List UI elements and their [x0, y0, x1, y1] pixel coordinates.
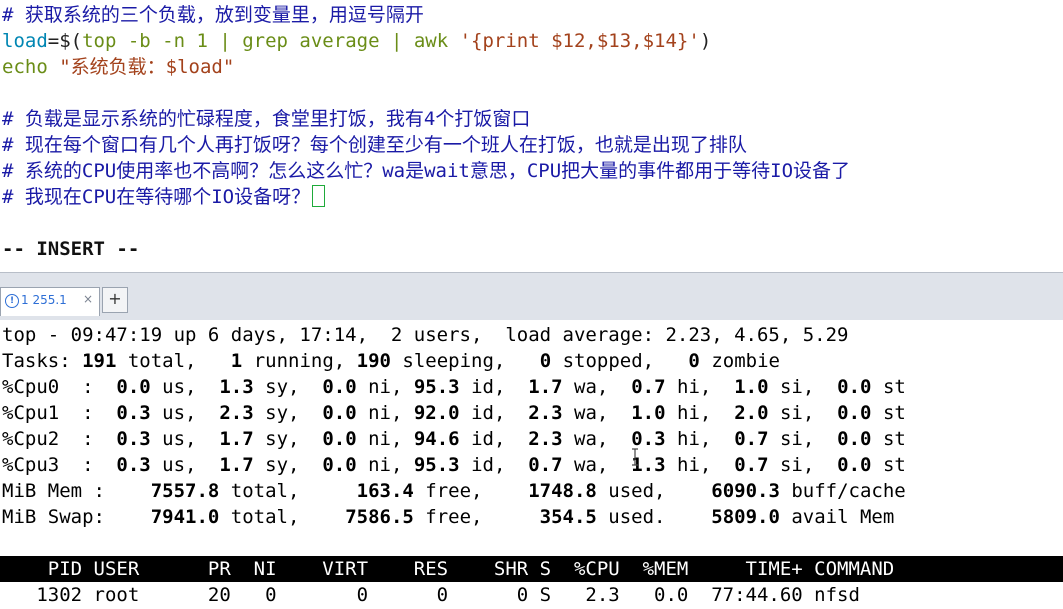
load-command: top -b -n 1 | grep average | awk [82, 30, 460, 52]
editor-line-comment: # 获取系统的三个负载，放到变量里，用逗号隔开 [2, 4, 424, 26]
load-close: ) [699, 30, 712, 52]
text-cursor [312, 185, 326, 207]
cpu-line: %Cpu2 : 0.3 us, 1.7 sy, 0.0 ni, 94.6 id,… [2, 428, 906, 450]
cpu-line: %Cpu0 : 0.0 us, 1.3 sy, 0.0 ni, 95.3 id,… [2, 376, 906, 398]
tasks-running-label: running, [242, 350, 357, 372]
vim-editor[interactable]: # 获取系统的三个负载，放到变量里，用逗号隔开 load=$(top -b -n… [0, 0, 1063, 272]
editor-line-comment: # 负载是显示系统的忙碌程度，食堂里打饭，我有4个打饭窗口 [2, 108, 531, 130]
comment-text: # 我现在CPU在等待哪个IO设备呀？ [2, 186, 311, 208]
vim-mode-indicator: -- INSERT -- [2, 238, 140, 260]
cpu-line: %Cpu3 : 0.3 us, 1.7 sy, 0.0 ni, 95.3 id,… [2, 454, 906, 476]
editor-line-comment: # 系统的CPU使用率也不高啊？怎么这么忙？wa是wait意思，CPU把大量的事… [2, 160, 851, 182]
tab-label: 1 255.1 [21, 293, 67, 307]
close-icon[interactable]: × [83, 292, 93, 306]
top-summary-line: top - 09:47:19 up 6 days, 17:14, 2 users… [2, 324, 849, 346]
session-tab-bar: ! 1 255.1 × + [0, 272, 1063, 321]
editor-line-comment: # 现在每个窗口有几个人再打饭呀？每个创建至少有一个班人在打饭，也就是出现了排队 [2, 134, 747, 156]
tasks-total-label: total, [116, 350, 231, 372]
awk-program: '{print $12,$13,$14}' [459, 30, 700, 52]
text-ibeam-cursor-icon [632, 448, 638, 466]
echo-keyword: echo [2, 56, 48, 78]
process-header-text: PID USER PR NI VIRT RES SHR S %CPU %MEM … [2, 558, 895, 580]
terminal-top-output[interactable]: top - 09:47:19 up 6 days, 17:14, 2 users… [0, 320, 1063, 609]
process-table-header: PID USER PR NI VIRT RES SHR S %CPU %MEM … [0, 556, 1063, 582]
tasks-line: Tasks: 191 total, 1 running, 190 sleepin… [2, 348, 780, 374]
editor-line-echo: echo "系统负载：$load" [2, 54, 234, 80]
echo-string: "系统负载：$load" [47, 56, 235, 78]
editor-line-comment-cursor: # 我现在CPU在等待哪个IO设备呀？ [2, 184, 326, 210]
info-circle-icon: ! [5, 294, 19, 308]
tasks-label: Tasks: [2, 350, 83, 372]
tasks-stopped: 0 [539, 350, 552, 372]
mem-line: MiB Mem : 7557.8 total, 163.4 free, 1748… [2, 480, 906, 502]
tasks-running: 1 [230, 350, 243, 372]
cpu-line: %Cpu1 : 0.3 us, 2.3 sy, 0.0 ni, 92.0 id,… [2, 402, 906, 424]
tasks-zombie: 0 [688, 350, 700, 372]
tasks-zombie-label: zombie [699, 350, 780, 372]
process-row[interactable]: 1302 root 20 0 0 0 0 S 2.3 0.0 77:44.60 … [2, 582, 860, 608]
tasks-sleeping-label: sleeping, [390, 350, 540, 372]
add-tab-button[interactable]: + [102, 287, 128, 313]
load-assign: =$( [47, 30, 83, 52]
tasks-total: 191 [82, 350, 117, 372]
load-variable: load [2, 30, 48, 52]
editor-line-load: load=$(top -b -n 1 | grep average | awk … [2, 28, 711, 54]
swap-line: MiB Swap: 7941.0 total, 7586.5 free, 354… [2, 506, 895, 528]
tasks-stopped-label: stopped, [551, 350, 689, 372]
tasks-sleeping: 190 [356, 350, 391, 372]
session-tab[interactable]: ! 1 255.1 × [0, 287, 100, 316]
